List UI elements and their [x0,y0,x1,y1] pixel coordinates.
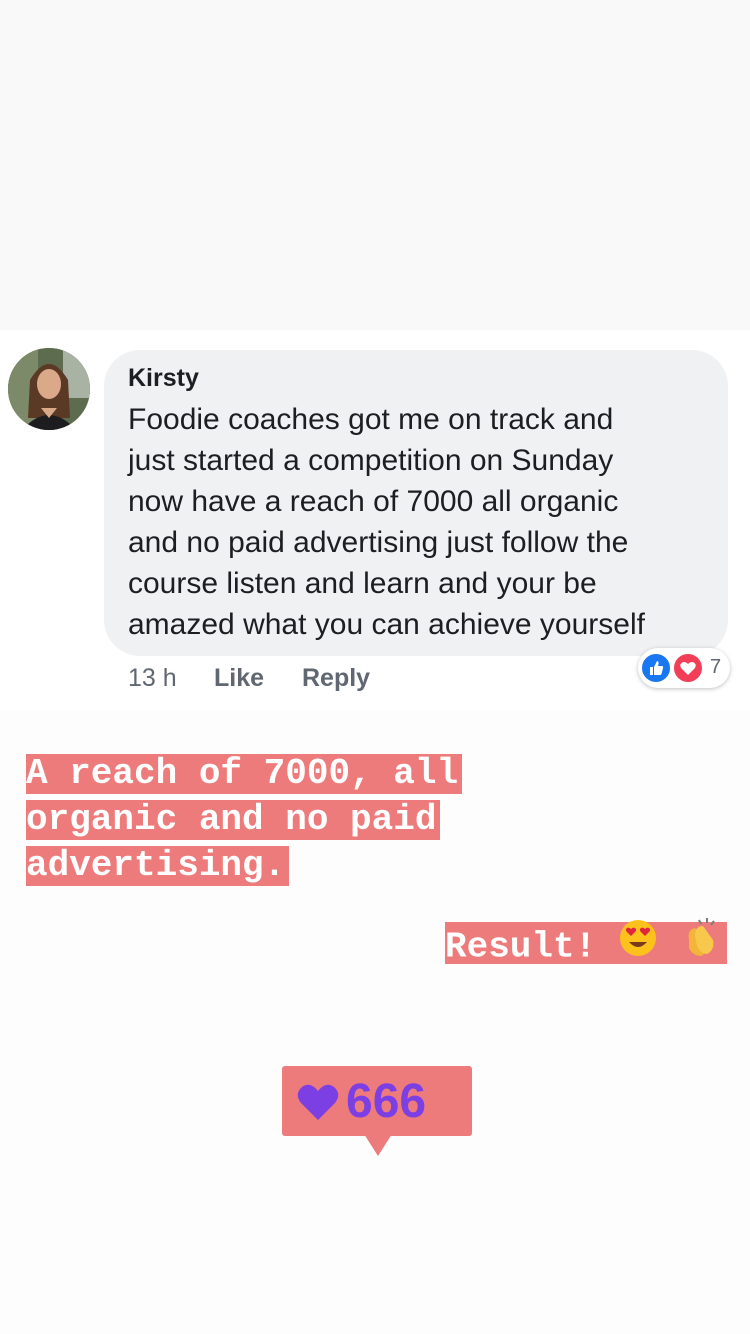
comment-author[interactable]: Kirsty [128,364,199,393]
reply-button[interactable]: Reply [302,664,370,693]
like-button[interactable]: Like [214,664,264,693]
result-text: Result! [445,926,597,968]
result-caption: Result! [445,918,728,968]
comment-text-line: now have a reach of 7000 all organic [128,485,619,518]
comment-text-line: course listen and learn and your be [128,567,597,600]
avatar-photo [8,348,90,430]
comment-timestamp[interactable]: 13 h [128,664,177,693]
story-screen: Kirsty Foodie coaches got me on track an… [0,0,750,1334]
avatar[interactable] [8,348,90,430]
comment-text-line: Foodie coaches got me on track and [128,403,614,436]
like-icon [640,652,672,684]
comment-text-line: amazed what you can achieve yourself [128,608,645,641]
sticker-tail [364,1134,392,1156]
reaction-count: 7 [710,656,722,678]
comment-text-line: just started a competition on Sunday [128,444,614,477]
love-icon [672,652,704,684]
clapping-hands-emoji [679,916,723,972]
story-caption-line: A reach of 7000, all [26,754,463,794]
heart-eyes-emoji [618,918,658,970]
blank-top-area [0,0,750,330]
story-caption-line: advertising. [26,846,290,886]
story-caption-line: organic and no paid [26,800,441,840]
heart-icon [297,1084,339,1120]
reaction-summary[interactable]: 7 [638,648,730,688]
like-sticker-count: 666 [346,1075,427,1128]
comment-text-line: and no paid advertising just follow the [128,526,629,559]
